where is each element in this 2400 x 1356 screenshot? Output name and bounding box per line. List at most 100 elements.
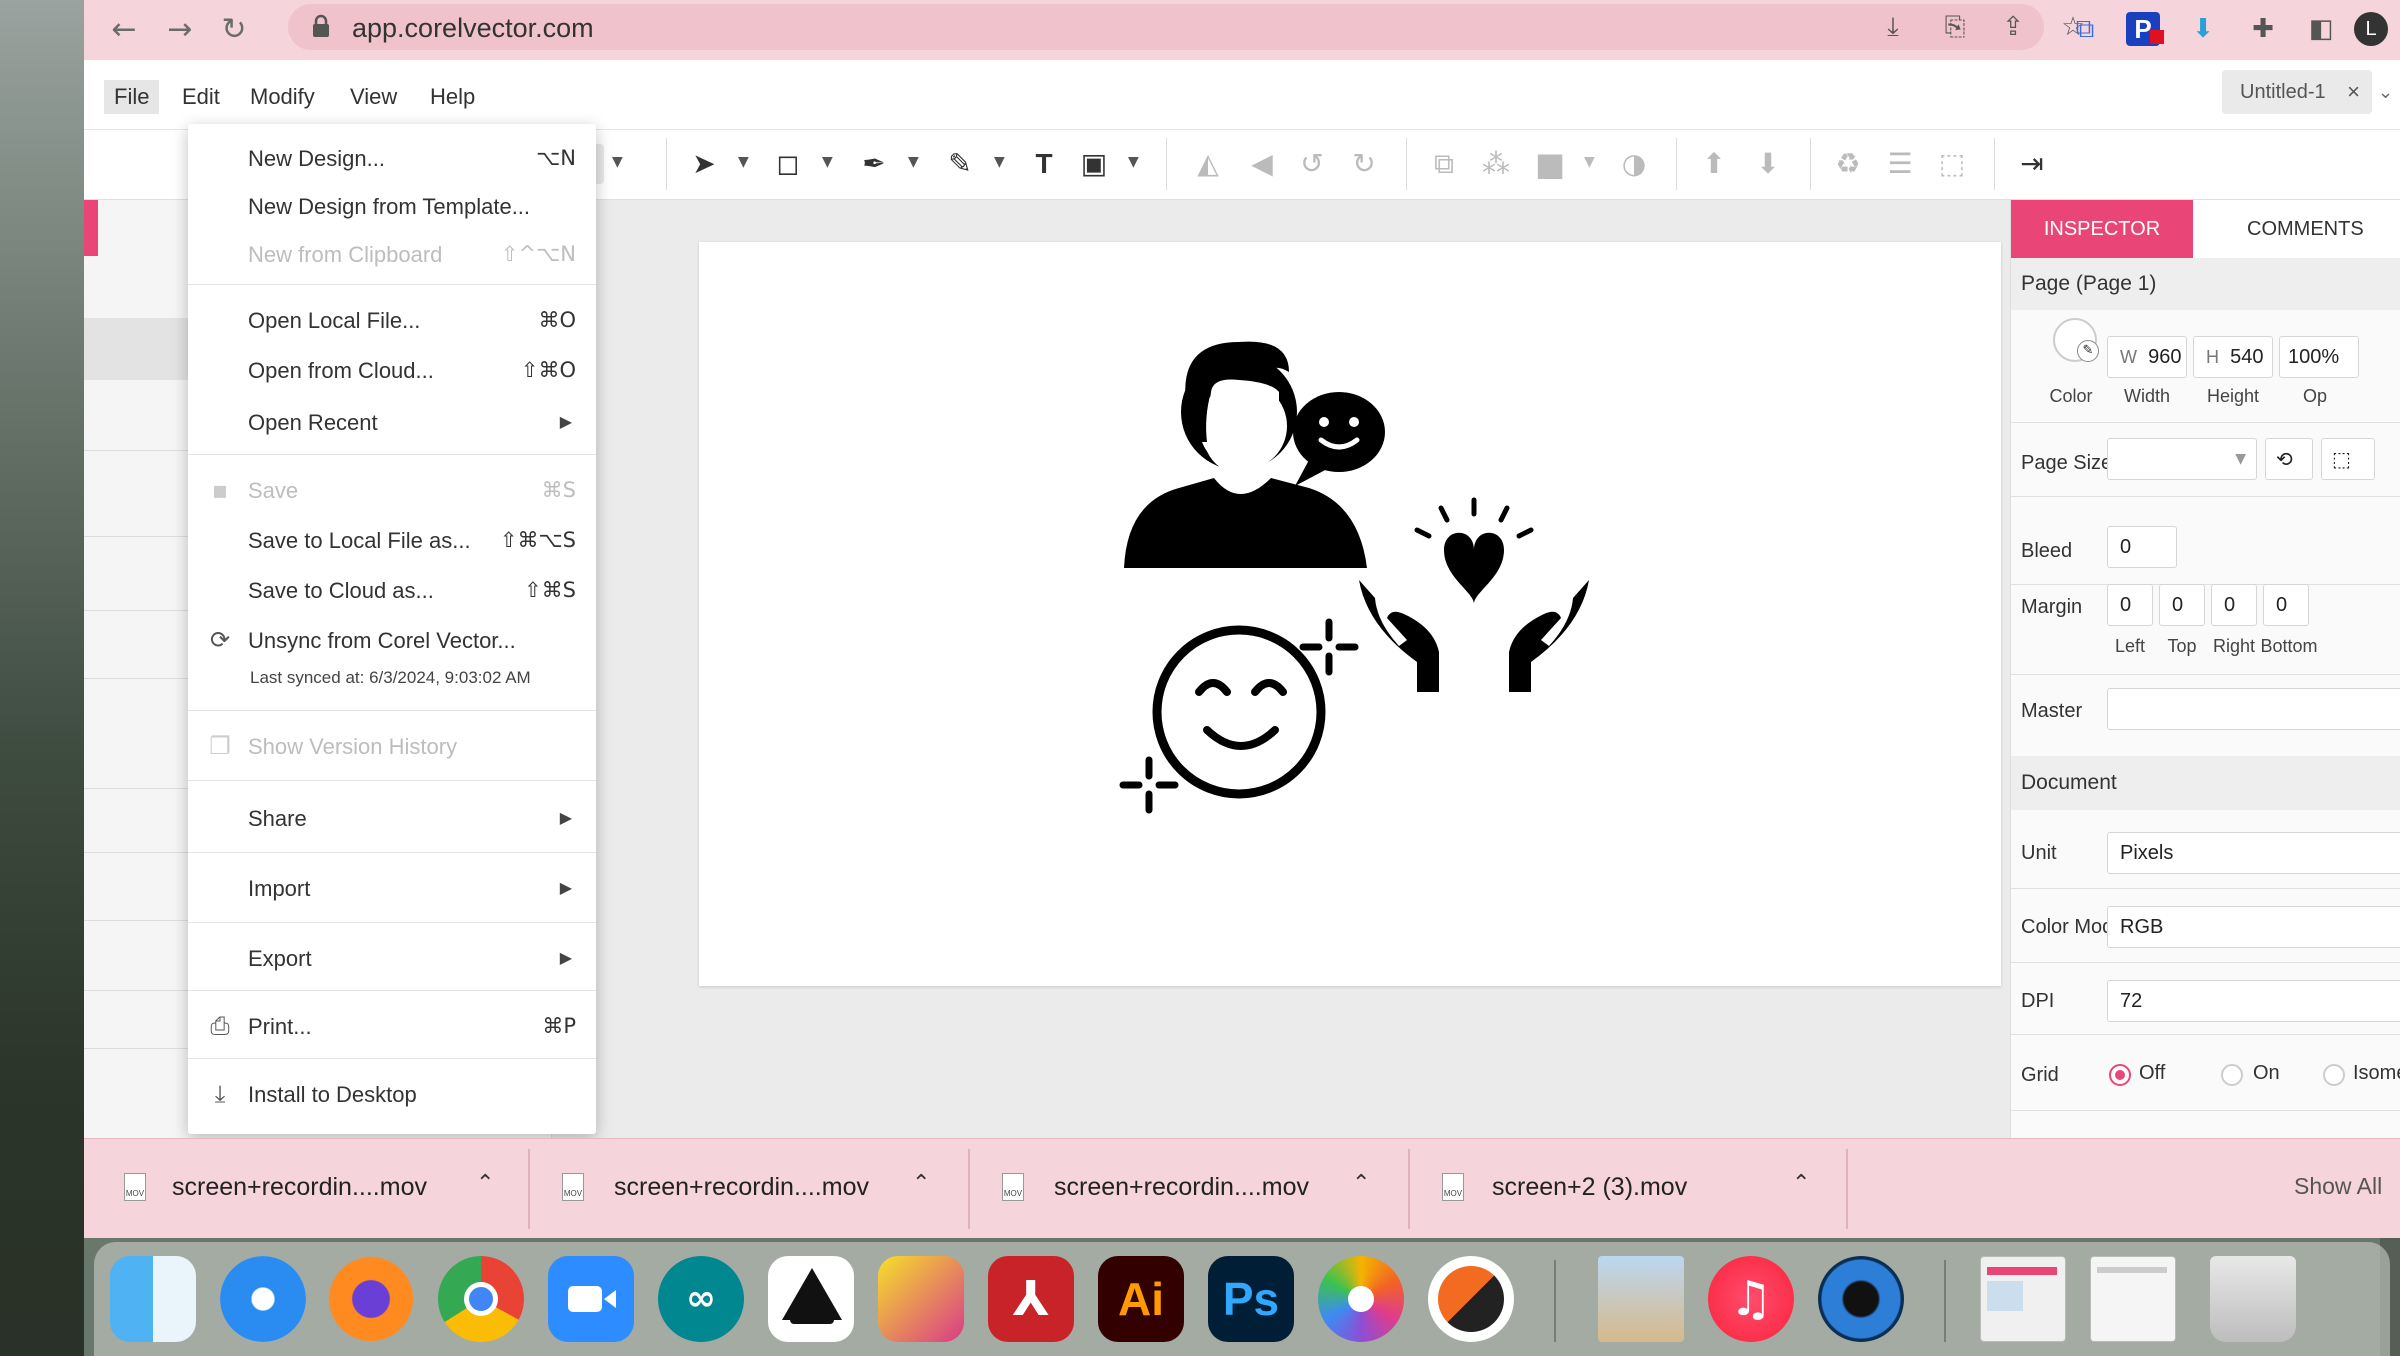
pencil-caret-icon[interactable]: ▼ [994,154,1005,170]
download-item[interactable]: MOV screen+recordin....mov ⌃ [562,1139,962,1239]
grid-on-radio[interactable] [2221,1064,2243,1086]
photoshop-icon[interactable]: Ps [1208,1256,1294,1342]
send-backward-icon[interactable]: ⬇ [1748,144,1788,184]
grid-isometric-radio[interactable] [2323,1064,2345,1086]
eyedropper-icon[interactable]: ✎ [2077,340,2099,362]
bring-forward-icon[interactable]: ⬆ [1694,144,1734,184]
pen-tool-icon[interactable]: ✒ [854,144,894,184]
preview-icon[interactable] [1598,1256,1684,1342]
shape-tool-icon[interactable]: ◻ [768,144,808,184]
image-tool-icon[interactable]: ▣ [1074,144,1114,184]
menu-file[interactable]: File [104,80,160,114]
rotate-right-icon[interactable]: ↻ [1344,144,1384,184]
height-field[interactable]: H 540 [2193,336,2273,378]
music-icon[interactable]: ♫ [1708,1256,1794,1342]
puzzle-extensions-icon[interactable]: ✚ [2246,12,2280,46]
text-tool-icon[interactable]: T [1024,144,1064,184]
photos-icon[interactable] [1318,1256,1404,1342]
image-caret-icon[interactable]: ▼ [1128,154,1139,170]
menu-item-new-from-template[interactable]: New Design from Template... [188,182,596,230]
chrome-icon[interactable] [438,1256,524,1342]
bleed-field[interactable]: 0 [2107,526,2177,568]
illustrator-icon[interactable]: Ai [1098,1256,1184,1342]
vectornator-icon[interactable] [1428,1256,1514,1342]
profile-avatar[interactable]: L [2354,12,2388,46]
share-icon[interactable]: ⇪ [1996,10,2030,44]
arrange-icon[interactable]: ■ [1530,144,1570,184]
ungroup-icon[interactable]: ⁂ [1476,144,1516,184]
recycle-icon[interactable]: ♻ [1828,144,1868,184]
save-page-icon[interactable]: ⎘ [1938,10,1972,44]
flip-vertical-icon[interactable]: ◀ [1242,144,1282,184]
rotate-left-icon[interactable]: ↺ [1292,144,1332,184]
width-field[interactable]: W 960 [2107,336,2187,378]
shape-caret-icon[interactable]: ▼ [822,154,833,170]
margin-right-field[interactable]: 0 [2211,584,2257,626]
opacity-field[interactable]: 100% [2279,336,2359,378]
safari-icon[interactable] [220,1256,306,1342]
tab-comments[interactable]: COMMENTS [2193,200,2400,258]
finder-icon[interactable] [110,1256,196,1342]
trash-icon[interactable] [2210,1256,2296,1342]
menu-item-new-design[interactable]: New Design... ⌥N [188,134,596,182]
menu-item-open-local[interactable]: Open Local File... ⌘O [188,296,596,344]
fit-page-icon[interactable]: ⬚ [2321,438,2375,480]
screen-extension-icon[interactable]: ⬇ [2186,12,2220,46]
menu-item-install-desktop[interactable]: ⤓ Install to Desktop [188,1070,596,1118]
select-arrow-icon[interactable]: ➤ [684,144,724,184]
affinity-icon[interactable] [878,1256,964,1342]
align-icon[interactable]: ☰ [1880,144,1920,184]
acrobat-icon[interactable]: ⅄ [988,1256,1074,1342]
mask-icon[interactable]: ⬚ [1932,144,1972,184]
install-app-icon[interactable]: ⤓ [1876,10,1910,44]
show-all-downloads-button[interactable]: Show All [2294,1173,2382,1200]
download-item[interactable]: MOV screen+recordin....mov ⌃ [1002,1139,1402,1239]
menu-item-save-local-as[interactable]: Save to Local File as... ⇧⌘⌥S [188,516,596,564]
tab-inspector[interactable]: INSPECTOR [2011,200,2193,258]
pen-caret-icon[interactable]: ▼ [908,154,919,170]
close-tab-icon[interactable]: × [2347,70,2360,114]
quicktime-icon[interactable] [1818,1256,1904,1342]
firefox-icon[interactable] [328,1256,414,1342]
export-icon[interactable]: ⇥ [2012,144,2052,184]
menu-item-share[interactable]: Share ▶ [188,794,596,842]
back-arrow-icon[interactable]: ← [104,10,144,50]
margin-top-field[interactable]: 0 [2159,584,2205,626]
forward-arrow-icon[interactable]: → [160,10,200,50]
magnet-caret-icon[interactable]: ▼ [612,154,623,170]
menu-item-open-cloud[interactable]: Open from Cloud... ⇧⌘O [188,346,596,394]
master-field[interactable] [2107,688,2400,730]
menu-item-open-recent[interactable]: Open Recent ▶ [188,398,596,446]
menu-modify[interactable]: Modify [240,80,325,114]
menu-view[interactable]: View [340,80,407,114]
download-item[interactable]: MOV screen+2 (3).mov ⌃ [1442,1139,1842,1239]
arrange-caret-icon[interactable]: ▼ [1584,154,1595,170]
pencil-tool-icon[interactable]: ✎ [940,144,980,184]
document-tab[interactable]: Untitled-1 × [2222,70,2372,114]
select-caret-icon[interactable]: ▼ [738,154,749,170]
page-size-select[interactable]: ▼ [2107,438,2257,480]
menu-item-unsync[interactable]: ⟳ Unsync from Corel Vector... [188,616,596,664]
canvas-area[interactable] [552,200,2010,1138]
orientation-icon[interactable]: ⟲ [2265,438,2313,480]
flip-horizontal-icon[interactable]: ◭ [1188,144,1228,184]
address-bar[interactable]: app.corelvector.com ⤓ ⎘ ⇪ ☆ [288,4,2085,50]
dpi-field[interactable]: 72 [2107,980,2400,1022]
group-icon[interactable]: ⧉ [1424,144,1464,184]
menu-item-save-cloud-as[interactable]: Save to Cloud as... ⇧⌘S [188,566,596,614]
reload-icon[interactable]: ↻ [214,10,254,50]
menu-item-export[interactable]: Export ▶ [188,934,596,982]
margin-left-field[interactable]: 0 [2107,584,2153,626]
grid-off-radio[interactable] [2109,1064,2131,1086]
menu-help[interactable]: Help [420,80,485,114]
boolean-icon[interactable]: ◑ [1614,144,1654,184]
menu-edit[interactable]: Edit [172,80,230,114]
menu-item-import[interactable]: Import ▶ [188,864,596,912]
chevron-up-icon[interactable]: ⌃ [912,1171,930,1196]
chevron-up-icon[interactable]: ⌃ [1792,1171,1810,1196]
chevron-up-icon[interactable]: ⌃ [1352,1171,1370,1196]
chevron-up-icon[interactable]: ⌃ [476,1171,494,1196]
arduino-icon[interactable]: ∞ [658,1256,744,1342]
sidebar-toggle-icon[interactable]: ◧ [2304,12,2338,46]
artboard-page[interactable] [699,242,2001,986]
